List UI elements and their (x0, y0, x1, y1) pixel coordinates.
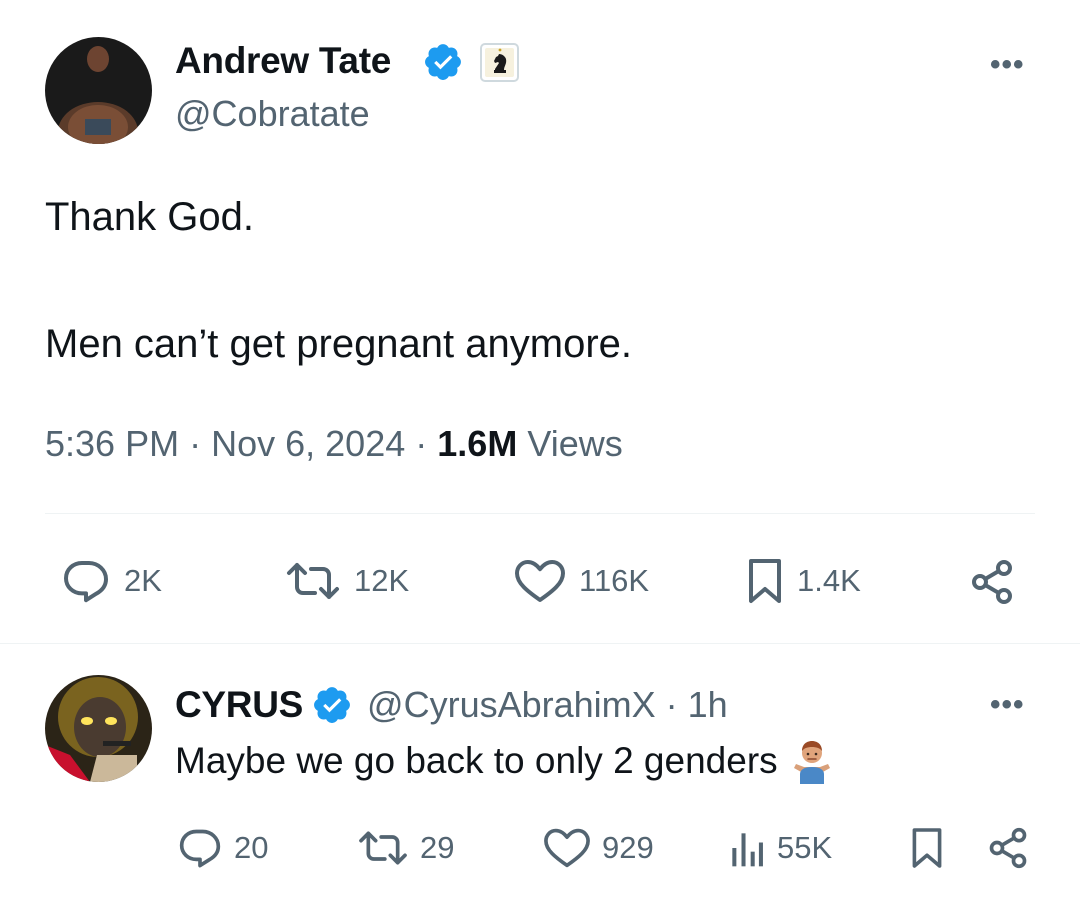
bookmark-icon (909, 826, 945, 870)
meta-separator: · (189, 423, 202, 464)
reply-header: CYRUS @CyrusAbrahimX · 1h (175, 683, 728, 727)
share-icon (986, 826, 1030, 870)
author-avatar[interactable] (45, 37, 152, 144)
reply-author-display-name[interactable]: CYRUS (175, 684, 303, 726)
reply-more-options-icon[interactable]: ••• (990, 688, 1025, 722)
divider-bottom (0, 643, 1080, 644)
repost-icon (356, 826, 410, 870)
share-button[interactable] (968, 558, 1016, 606)
share-icon (968, 558, 1016, 606)
reply-views-count: 55K (777, 830, 833, 865)
reply-reply-count: 20 (234, 830, 269, 865)
heart-icon (513, 557, 567, 605)
divider-top (45, 513, 1035, 514)
bookmark-button[interactable]: 1.4K (745, 557, 861, 605)
repost-count: 12K (354, 563, 410, 598)
meta-separator: · (415, 423, 428, 464)
reply-like-button[interactable]: 929 (542, 826, 654, 870)
repost-button[interactable]: 12K (284, 557, 409, 605)
tweet-text-line-1: Thank God. (45, 195, 255, 239)
reply-repost-count: 29 (420, 830, 455, 865)
chess-knight-affiliate-badge-icon[interactable] (480, 43, 519, 82)
like-count: 116K (579, 563, 650, 598)
man-shrugging-emoji-icon (790, 738, 834, 784)
heart-icon (542, 826, 592, 870)
verified-badge-icon (422, 41, 464, 83)
bookmark-count: 1.4K (797, 563, 861, 598)
reply-button[interactable]: 2K (60, 557, 162, 605)
tweet-text-line-2: Men can’t get pregnant anymore. (45, 322, 633, 366)
verified-badge-icon (311, 684, 353, 726)
reply-bookmark-button[interactable] (909, 826, 945, 870)
analytics-bar-chart-icon (727, 826, 767, 870)
like-button[interactable]: 116K (513, 557, 649, 605)
more-options-icon[interactable]: ••• (990, 48, 1025, 82)
tweet-metadata: 5:36 PM · Nov 6, 2024 · 1.6M Views (45, 423, 623, 465)
reply-separator: · (665, 684, 678, 725)
repost-icon (284, 557, 342, 605)
views-count: 1.6M (437, 423, 518, 464)
reply-share-button[interactable] (986, 826, 1030, 870)
author-handle[interactable]: @Cobratate (175, 93, 370, 135)
reply-views-button[interactable]: 55K (727, 826, 832, 870)
reply-author-handle[interactable]: @CyrusAbrahimX (367, 684, 656, 726)
reply-icon (176, 826, 224, 870)
views-label: Views (527, 423, 623, 464)
tweet-time[interactable]: 5:36 PM (45, 423, 179, 464)
reply-reply-button[interactable]: 20 (176, 826, 268, 870)
reply-like-count: 929 (602, 830, 654, 865)
reply-age[interactable]: 1h (688, 684, 728, 726)
reply-icon (60, 557, 112, 605)
reply-text-row: Maybe we go back to only 2 genders (175, 738, 834, 784)
reply-text: Maybe we go back to only 2 genders (175, 740, 778, 781)
reply-repost-button[interactable]: 29 (356, 826, 454, 870)
tweet-date[interactable]: Nov 6, 2024 (211, 423, 405, 464)
reply-author-avatar[interactable] (45, 675, 152, 782)
reply-count: 2K (124, 563, 162, 598)
author-display-name[interactable]: Andrew Tate (175, 40, 391, 82)
bookmark-icon (745, 557, 785, 605)
